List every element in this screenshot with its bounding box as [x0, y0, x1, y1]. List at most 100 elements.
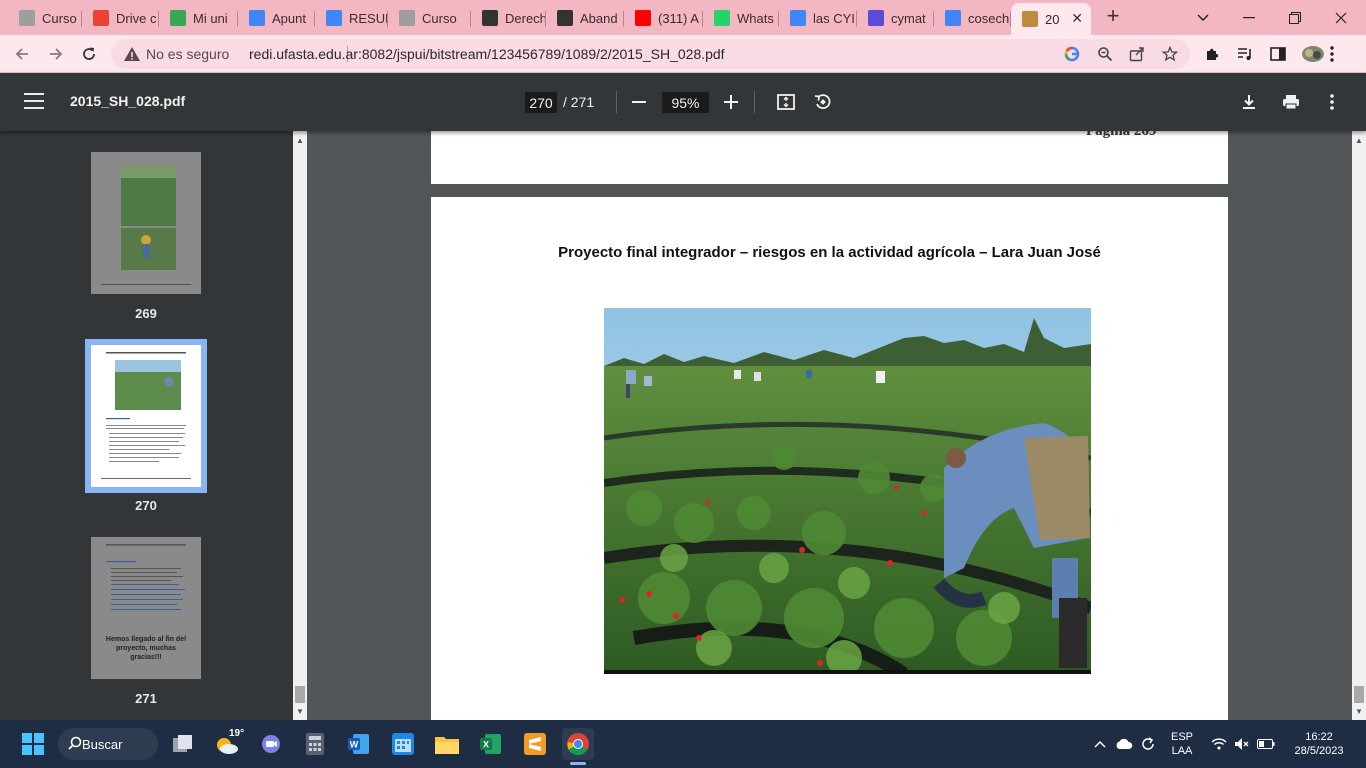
document-scrollbar[interactable]: ▲ ▼ — [1352, 131, 1366, 720]
browser-tab[interactable]: cosech — [934, 3, 1011, 33]
strawberry-field-photo — [604, 308, 1091, 674]
side-panel-icon[interactable] — [1267, 44, 1289, 64]
volume-muted-icon[interactable] — [1231, 728, 1253, 760]
zoom-in-button[interactable] — [720, 90, 742, 114]
browser-tab[interactable]: RESUM — [315, 3, 388, 33]
clock-time: 16:22 — [1305, 731, 1333, 743]
weather-widget-icon[interactable]: 19° — [211, 728, 244, 760]
browser-tab[interactable]: Apunt — [238, 3, 315, 33]
more-options-icon[interactable] — [1320, 90, 1344, 114]
browser-tab[interactable]: 20 ✕ — [1011, 3, 1091, 35]
browser-tab[interactable]: cymat — [857, 3, 934, 33]
tab-title: Apunt — [272, 10, 306, 26]
browser-tab[interactable]: Curso — [388, 3, 471, 33]
extensions-puzzle-icon[interactable] — [1202, 44, 1224, 64]
print-icon[interactable] — [1279, 90, 1303, 114]
previous-page: Página 269 — [431, 131, 1228, 184]
rotate-icon[interactable] — [811, 90, 835, 114]
tab-search-button[interactable] — [1180, 0, 1226, 35]
zoom-out-button[interactable] — [628, 90, 650, 114]
new-tab-button[interactable]: + — [1101, 5, 1125, 29]
sublime-text-icon[interactable] — [519, 728, 551, 760]
svg-text:W: W — [350, 740, 359, 750]
wifi-icon[interactable] — [1208, 728, 1230, 760]
search-icon — [68, 736, 82, 753]
browser-tab[interactable]: Derech — [471, 3, 546, 33]
scroll-down-arrow[interactable]: ▼ — [1355, 707, 1363, 716]
back-button[interactable] — [9, 41, 35, 67]
pdf-image-icon — [1022, 11, 1038, 27]
browser-tab[interactable]: Aband — [546, 3, 624, 33]
reload-button[interactable] — [76, 41, 102, 67]
thumbnail-label: 271 — [135, 691, 157, 706]
scroll-up-arrow[interactable]: ▲ — [1355, 136, 1363, 145]
excel-icon[interactable]: X — [475, 728, 507, 760]
forward-button[interactable] — [43, 41, 69, 67]
sidebar-scrollbar[interactable]: ▲ ▼ — [293, 131, 307, 720]
fit-page-icon[interactable] — [774, 90, 798, 114]
page-thumbnail-current[interactable] — [91, 345, 201, 487]
battery-icon[interactable] — [1254, 728, 1278, 760]
show-hidden-icons-chevron[interactable] — [1090, 728, 1110, 760]
search-label: Buscar — [82, 736, 123, 752]
thumbnail-closing-text: Hemos llegado al fin del proyecto, mucha… — [105, 636, 187, 661]
word-icon[interactable]: W — [343, 728, 375, 760]
close-window-button[interactable] — [1318, 0, 1364, 35]
browser-tab[interactable]: Mi uni — [159, 3, 238, 33]
page-thumbnail[interactable]: Hemos llegado al fin del proyecto, mucha… — [91, 537, 201, 679]
whatsapp-icon — [714, 10, 730, 26]
task-view-icon[interactable] — [167, 728, 199, 760]
clock[interactable]: 16:22 28/5/2023 — [1285, 730, 1353, 758]
chrome-taskbar-icon[interactable] — [562, 728, 594, 765]
onedrive-cloud-icon[interactable] — [1113, 728, 1135, 760]
calculator-icon[interactable] — [299, 728, 331, 760]
document-heading: Proyecto final integrador – riesgos en l… — [558, 244, 1101, 261]
tab-title: 20 — [1045, 11, 1060, 27]
browser-tab[interactable]: Curso — [8, 3, 82, 33]
page-number-input[interactable] — [525, 92, 557, 113]
doc-icon — [19, 10, 35, 26]
close-tab-icon[interactable]: ✕ — [1071, 10, 1083, 27]
sync-icon[interactable] — [1137, 728, 1159, 760]
restore-button[interactable] — [1272, 0, 1318, 35]
media-control-icon[interactable] — [1234, 44, 1256, 64]
tab-title: Whats — [737, 10, 774, 26]
download-icon[interactable] — [1237, 90, 1261, 114]
google-icon[interactable] — [1063, 45, 1081, 63]
browser-tab[interactable]: Drive c — [82, 3, 159, 33]
windows-start-icon[interactable] — [17, 728, 49, 760]
browser-tab[interactable]: las CYI — [779, 3, 857, 33]
browser-tab[interactable]: Whats — [703, 3, 779, 33]
url-text[interactable]: redi.ufasta.edu.ar:8082/jspui/bitstream/… — [249, 46, 725, 62]
teams-chat-icon[interactable] — [255, 728, 287, 760]
document-viewport[interactable]: Página 269 Proyecto final integrador – r… — [307, 131, 1352, 720]
not-secure-label[interactable]: No es seguro — [146, 46, 229, 62]
taskbar-search[interactable]: Buscar — [58, 728, 158, 760]
scroll-down-arrow[interactable]: ▼ — [296, 707, 304, 716]
browser-tab[interactable]: (311) A — [624, 3, 703, 33]
tab-title: cosech — [968, 10, 1010, 26]
calendar-icon[interactable] — [387, 728, 419, 760]
input-language[interactable]: ESP LAA — [1167, 730, 1197, 758]
google-docs-icon — [249, 10, 265, 26]
sidebar-menu-icon[interactable] — [24, 93, 44, 111]
google-docs-icon — [326, 10, 342, 26]
zoom-input[interactable] — [662, 92, 709, 113]
scrollbar-thumb[interactable] — [1354, 686, 1364, 703]
share-icon[interactable] — [1128, 45, 1146, 63]
file-explorer-icon[interactable] — [431, 728, 463, 760]
page-thumbnail[interactable] — [91, 152, 201, 294]
scrollbar-thumb[interactable] — [295, 686, 305, 703]
google-icon — [945, 10, 961, 26]
minimize-button[interactable] — [1226, 0, 1272, 35]
language-code: ESP — [1170, 731, 1193, 743]
toolbar-divider — [754, 91, 755, 113]
scroll-up-arrow[interactable]: ▲ — [296, 136, 304, 145]
chrome-menu-icon[interactable] — [1321, 44, 1343, 64]
tab-title: Curso — [42, 10, 77, 26]
thumbnail-label: 269 — [135, 306, 157, 321]
zoom-icon[interactable] — [1096, 45, 1114, 63]
address-bar[interactable]: No es seguro redi.ufasta.edu.ar:8082/jsp… — [111, 39, 1190, 69]
bookmark-star-icon[interactable] — [1161, 45, 1179, 63]
warning-icon[interactable] — [123, 45, 141, 63]
